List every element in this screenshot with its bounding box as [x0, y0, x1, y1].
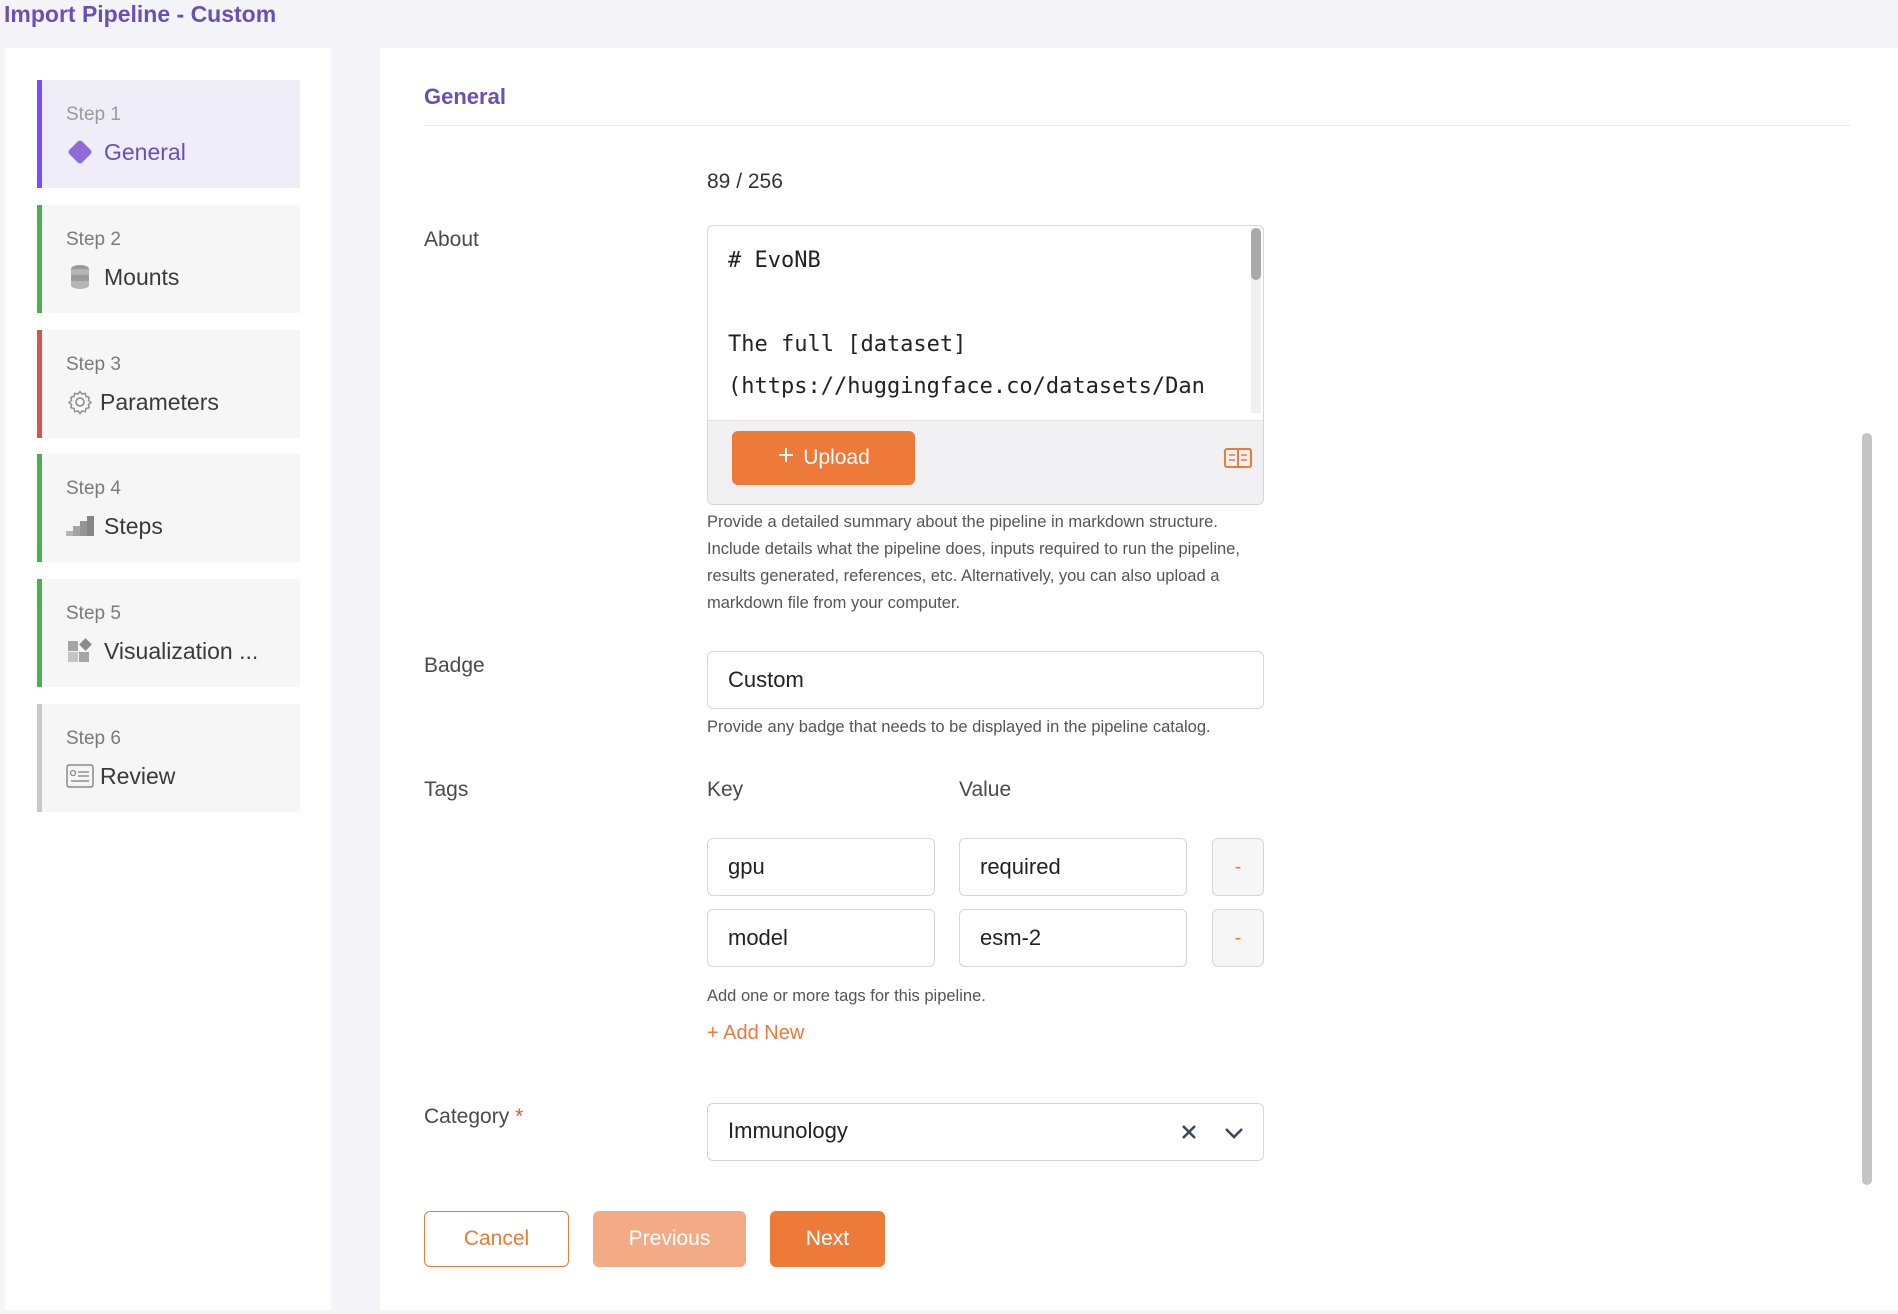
sidebar-step-steps[interactable]: Step 4 Steps — [37, 454, 300, 562]
about-scrollbar-thumb[interactable] — [1251, 228, 1261, 280]
category-label: Category * — [424, 1105, 523, 1129]
add-new-tag-link[interactable]: + Add New — [707, 1022, 804, 1045]
remove-tag-button[interactable]: - — [1212, 909, 1264, 967]
step-number: Step 3 — [66, 354, 121, 375]
category-select[interactable]: Immunology — [707, 1103, 1264, 1161]
tags-help-text: Add one or more tags for this pipeline. — [707, 987, 986, 1005]
plus-icon — [777, 446, 795, 470]
about-help-text: Provide a detailed summary about the pip… — [707, 513, 1240, 612]
main-panel: General 89 / 256 About # EvoNB The full … — [380, 48, 1898, 1310]
step-label: Steps — [104, 512, 163, 539]
about-editor: # EvoNB The full [dataset] (https://hugg… — [707, 225, 1264, 505]
next-button[interactable]: Next — [770, 1211, 885, 1267]
required-asterisk: * — [515, 1105, 524, 1128]
tag-value-input[interactable]: esm-2 — [959, 909, 1187, 967]
badge-input[interactable]: Custom — [707, 651, 1264, 709]
step-number: Step 1 — [66, 104, 121, 125]
main-scrollbar-thumb[interactable] — [1862, 433, 1872, 1185]
gear-icon — [66, 388, 94, 416]
tag-key-input[interactable]: model — [707, 909, 935, 967]
step-number: Step 2 — [66, 229, 121, 250]
step-label: General — [104, 138, 186, 165]
widgets-icon — [66, 637, 94, 665]
step-number: Step 6 — [66, 728, 121, 749]
cancel-button[interactable]: Cancel — [424, 1211, 569, 1267]
char-counter: 89 / 256 — [707, 170, 783, 193]
sidebar-step-general[interactable]: Step 1 General — [37, 80, 300, 188]
previous-button[interactable]: Previous — [593, 1211, 746, 1267]
upload-button[interactable]: Upload — [732, 431, 915, 485]
step-label: Visualization ... — [104, 637, 259, 664]
tags-label: Tags — [424, 778, 469, 801]
sidebar-step-mounts[interactable]: Step 2 Mounts — [37, 205, 300, 313]
wizard-sidebar: Step 1 General Step 2 Mounts Step 3 Para… — [5, 48, 331, 1310]
diamond-icon — [66, 138, 94, 166]
database-icon — [66, 263, 94, 291]
step-label: Review — [100, 762, 176, 789]
about-label: About — [424, 228, 479, 251]
step-number: Step 4 — [66, 478, 121, 499]
page-title: Import Pipeline - Custom — [4, 1, 277, 27]
chevron-down-icon[interactable] — [1223, 1124, 1245, 1142]
tag-value-input[interactable]: required — [959, 838, 1187, 896]
clear-icon[interactable] — [1179, 1122, 1199, 1142]
step-number: Step 5 — [66, 603, 121, 624]
sidebar-step-parameters[interactable]: Step 3 Parameters — [37, 330, 300, 438]
about-toolbar: Upload — [708, 420, 1263, 504]
preview-book-icon[interactable] — [1223, 447, 1253, 469]
tags-key-header: Key — [707, 778, 744, 801]
sidebar-step-visualization[interactable]: Step 5 Visualization ... — [37, 579, 300, 687]
section-divider — [424, 125, 1850, 126]
remove-tag-button[interactable]: - — [1212, 838, 1264, 896]
category-label-text: Category — [424, 1105, 510, 1128]
stairs-icon — [66, 512, 94, 540]
badge-help-text: Provide any badge that needs to be displ… — [707, 718, 1211, 736]
section-title: General — [424, 84, 506, 109]
review-list-icon — [66, 762, 94, 790]
upload-label: Upload — [803, 446, 870, 469]
category-select-value: Immunology — [728, 1118, 848, 1143]
step-label: Parameters — [100, 388, 219, 415]
badge-label: Badge — [424, 654, 485, 677]
step-label: Mounts — [104, 263, 180, 290]
tags-value-header: Value — [959, 778, 1012, 801]
about-textarea[interactable]: # EvoNB The full [dataset] (https://hugg… — [728, 240, 1238, 420]
sidebar-step-review[interactable]: Step 6 Review — [37, 704, 300, 812]
tag-key-input[interactable]: gpu — [707, 838, 935, 896]
